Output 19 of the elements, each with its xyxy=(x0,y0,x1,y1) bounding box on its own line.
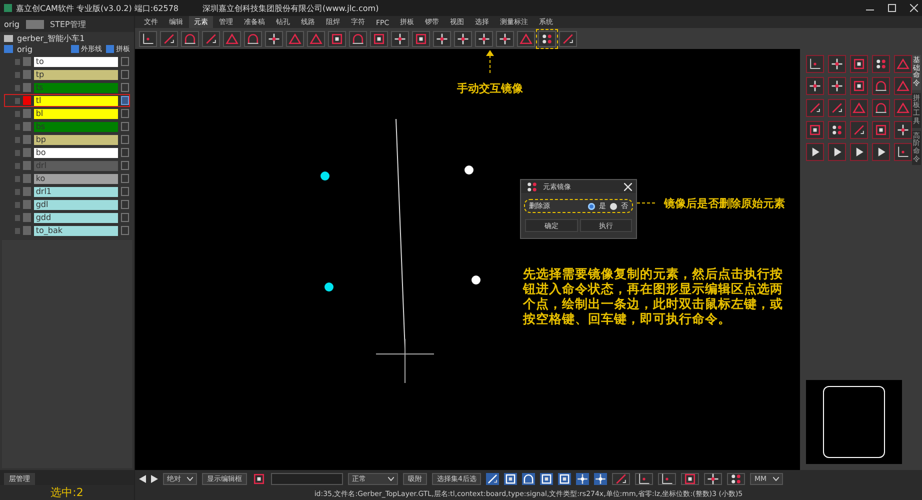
layer-name: gdl xyxy=(34,200,118,210)
layer-name: to xyxy=(34,56,118,66)
layer-name: drl1 xyxy=(34,186,118,196)
layer-name: ko xyxy=(34,174,118,184)
app-title: 嘉立创CAM软件 专业版(v3.0.2) 端口:62578 xyxy=(16,2,179,14)
layer-name: tl xyxy=(34,96,118,106)
layer-name: tp xyxy=(34,70,118,80)
instruction-text: 先选择需要镜像复制的元素，然后点击执行按钮进入命令状态，再在图形显示编辑区点选两个点，绘制出一条边，此时双击鼠标左键，或按空格键、回车键，即可执行命令。 xyxy=(523,266,784,326)
layer-name: bo xyxy=(34,148,118,158)
layer-name: bl xyxy=(34,108,118,118)
layer-name: to_bak xyxy=(34,226,118,236)
company-name: 深圳嘉立创科技集团股份有限公司(www.jlc.com) xyxy=(202,2,379,14)
callout-text: 手动交互镜像 xyxy=(457,81,523,96)
callout-text: 镜像后是否删除原始元素 xyxy=(664,196,785,211)
layer-name: bs xyxy=(34,122,118,132)
layer-name: bp xyxy=(34,134,118,144)
layer-name: ts xyxy=(34,82,118,92)
layer-name: gdd xyxy=(34,212,118,222)
selection-count: 选中:2 xyxy=(0,485,134,500)
